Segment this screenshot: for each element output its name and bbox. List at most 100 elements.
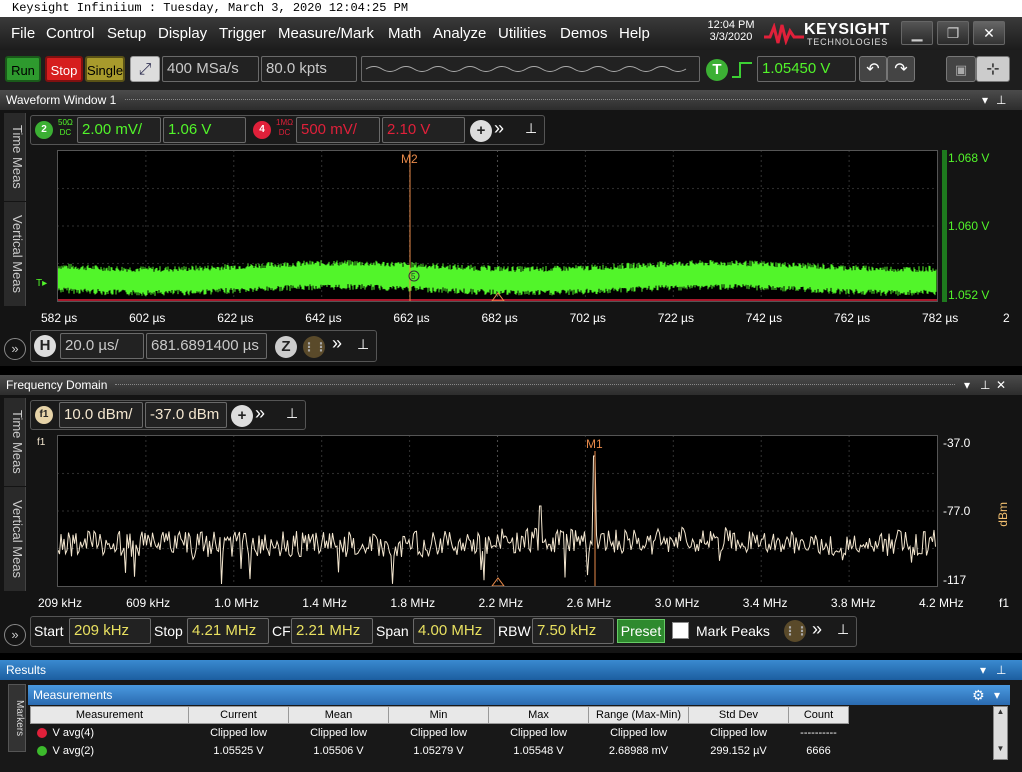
expand-icon[interactable]: » — [332, 333, 342, 354]
close-button[interactable]: ✕ — [973, 21, 1005, 45]
mark-peaks-checkbox[interactable] — [672, 622, 689, 639]
tab-vertical-meas[interactable]: Vertical Meas — [4, 487, 26, 591]
menu-measure-mark[interactable]: Measure/Mark — [278, 25, 374, 42]
trigger-badge[interactable]: T — [706, 59, 728, 81]
horizontal-scale-field[interactable]: 20.0 µs/ — [60, 333, 144, 359]
zoom-button[interactable]: Z — [275, 336, 297, 358]
waveform-overview[interactable] — [361, 56, 700, 82]
ch2-ground-marker[interactable]: T▸ — [36, 278, 47, 289]
add-channel-button[interactable]: + — [470, 120, 492, 142]
dropdown-icon[interactable]: ▾ — [980, 660, 986, 680]
tab-vertical-meas[interactable]: Vertical Meas — [4, 202, 26, 306]
keysight-logo: KEYSIGHT TECHNOLOGIES — [764, 19, 894, 47]
start-field[interactable]: 209 kHz — [69, 618, 151, 644]
run-button[interactable]: Run — [5, 56, 41, 82]
center-frequency-marker[interactable] — [491, 577, 505, 587]
ch2-badge[interactable]: 2 — [35, 121, 53, 139]
single-button[interactable]: Single — [85, 56, 125, 82]
gear-icon[interactable]: ⚙ — [972, 685, 985, 705]
menu-utilities[interactable]: Utilities — [498, 25, 546, 42]
waveform-grid[interactable]: 5 — [57, 150, 938, 302]
layout-icon: ▣ — [954, 62, 968, 77]
fft-scale-field[interactable]: 10.0 dBm/ — [59, 402, 143, 428]
table-cell: 2.68988 mV — [608, 744, 669, 757]
f1-trace-marker[interactable]: f1 — [37, 437, 45, 448]
column-header[interactable]: Current — [188, 706, 289, 724]
add-function-button[interactable]: + — [231, 405, 253, 427]
dropdown-icon[interactable]: ▾ — [964, 375, 970, 395]
minimize-button[interactable]: ▁ — [901, 21, 933, 45]
marker-m2-label[interactable]: M2 — [401, 152, 418, 166]
collapse-icon[interactable]: » — [4, 624, 26, 646]
stop-field[interactable]: 4.21 MHz — [187, 618, 269, 644]
menu-display[interactable]: Display — [158, 25, 207, 42]
column-header[interactable]: Measurement — [30, 706, 189, 724]
ch2-scale-field[interactable]: 2.00 mV/ — [77, 117, 161, 143]
fft-grip-button[interactable]: ⋮⋮ — [784, 620, 808, 642]
sample-rate-field[interactable]: 400 MSa/s — [162, 56, 259, 82]
column-header[interactable]: Mean — [288, 706, 389, 724]
ch2-offset-field[interactable]: 1.06 V — [163, 117, 246, 143]
measure-button[interactable]: ⊹ — [976, 56, 1010, 82]
pin-icon[interactable]: ⊥ — [525, 120, 537, 137]
pin-icon[interactable]: ⊥ — [996, 660, 1006, 680]
scroll-down-icon[interactable]: ▼ — [994, 744, 1007, 753]
fft-ref-field[interactable]: -37.0 dBm — [145, 402, 227, 428]
layout-button[interactable]: ▣ — [946, 56, 976, 82]
f1-badge[interactable]: f1 — [35, 406, 53, 424]
tab-time-meas[interactable]: Time Meas — [4, 398, 26, 486]
spectrum-grid[interactable] — [57, 435, 938, 587]
pin-icon[interactable]: ⊥ — [980, 375, 990, 395]
pin-icon[interactable]: ⊥ — [357, 336, 369, 353]
close-icon[interactable]: ✕ — [996, 375, 1006, 395]
marker-point-label: 5 — [411, 272, 416, 281]
collapse-icon[interactable]: » — [4, 338, 26, 360]
pin-icon[interactable]: ⊥ — [996, 90, 1006, 110]
expand-icon[interactable]: » — [255, 403, 265, 424]
maximize-button[interactable]: ❐ — [937, 21, 969, 45]
ch4-scale-field[interactable]: 500 mV/ — [296, 117, 380, 143]
marker-m1-label[interactable]: M1 — [586, 437, 603, 451]
horizontal-position-field[interactable]: 681.6891400 µs — [146, 333, 267, 359]
menu-math[interactable]: Math — [388, 25, 421, 42]
column-header[interactable]: Count — [788, 706, 849, 724]
expand-icon[interactable]: » — [494, 118, 504, 139]
column-header[interactable]: Std Dev — [688, 706, 789, 724]
table-row[interactable]: V avg(2) 1.05525 V 1.05506 V 1.05279 V 1.055… — [31, 742, 849, 760]
results-scrollbar[interactable]: ▲ ▼ — [993, 706, 1008, 760]
dropdown-icon[interactable]: ▾ — [982, 90, 988, 110]
menu-control[interactable]: Control — [46, 25, 94, 42]
expand-icon[interactable]: » — [812, 619, 822, 640]
column-header[interactable]: Max — [488, 706, 589, 724]
tab-time-meas[interactable]: Time Meas — [4, 113, 26, 201]
tab-markers[interactable]: Markers — [8, 684, 26, 752]
ch4-badge[interactable]: 4 — [253, 121, 271, 139]
dropdown-icon[interactable]: ▾ — [994, 685, 1000, 705]
rbw-field[interactable]: 7.50 kHz — [532, 618, 614, 644]
column-header[interactable]: Min — [388, 706, 489, 724]
menu-help[interactable]: Help — [619, 25, 650, 42]
trigger-level-field[interactable]: 1.05450 V — [757, 56, 856, 82]
memory-depth-field[interactable]: 80.0 kpts — [261, 56, 357, 82]
menu-analyze[interactable]: Analyze — [433, 25, 486, 42]
ch4-offset-field[interactable]: 2.10 V — [382, 117, 465, 143]
menu-file[interactable]: File — [11, 25, 35, 42]
zoom-grip-button[interactable]: ⋮⋮ — [303, 336, 327, 358]
stop-button[interactable]: Stop — [45, 56, 83, 82]
table-row[interactable]: V avg(4) Clipped low Clipped low Clipped lo… — [31, 724, 849, 742]
autoscale-button[interactable]: ⤢ — [130, 56, 160, 82]
undo-button[interactable]: ↶ — [859, 56, 887, 82]
horizontal-badge[interactable]: H — [34, 335, 56, 357]
column-header[interactable]: Range (Max-Min) — [588, 706, 689, 724]
grip-icon: ⋮⋮ — [303, 340, 327, 354]
redo-button[interactable]: ↷ — [887, 56, 915, 82]
center-frequency-field[interactable]: 2.21 MHz — [291, 618, 373, 644]
menu-setup[interactable]: Setup — [107, 25, 146, 42]
menu-demos[interactable]: Demos — [560, 25, 608, 42]
pin-icon[interactable]: ⊥ — [837, 621, 849, 638]
menu-trigger[interactable]: Trigger — [219, 25, 266, 42]
scroll-up-icon[interactable]: ▲ — [994, 707, 1007, 716]
preset-button[interactable]: Preset — [617, 619, 665, 643]
pin-icon[interactable]: ⊥ — [286, 405, 298, 422]
span-field[interactable]: 4.00 MHz — [413, 618, 495, 644]
